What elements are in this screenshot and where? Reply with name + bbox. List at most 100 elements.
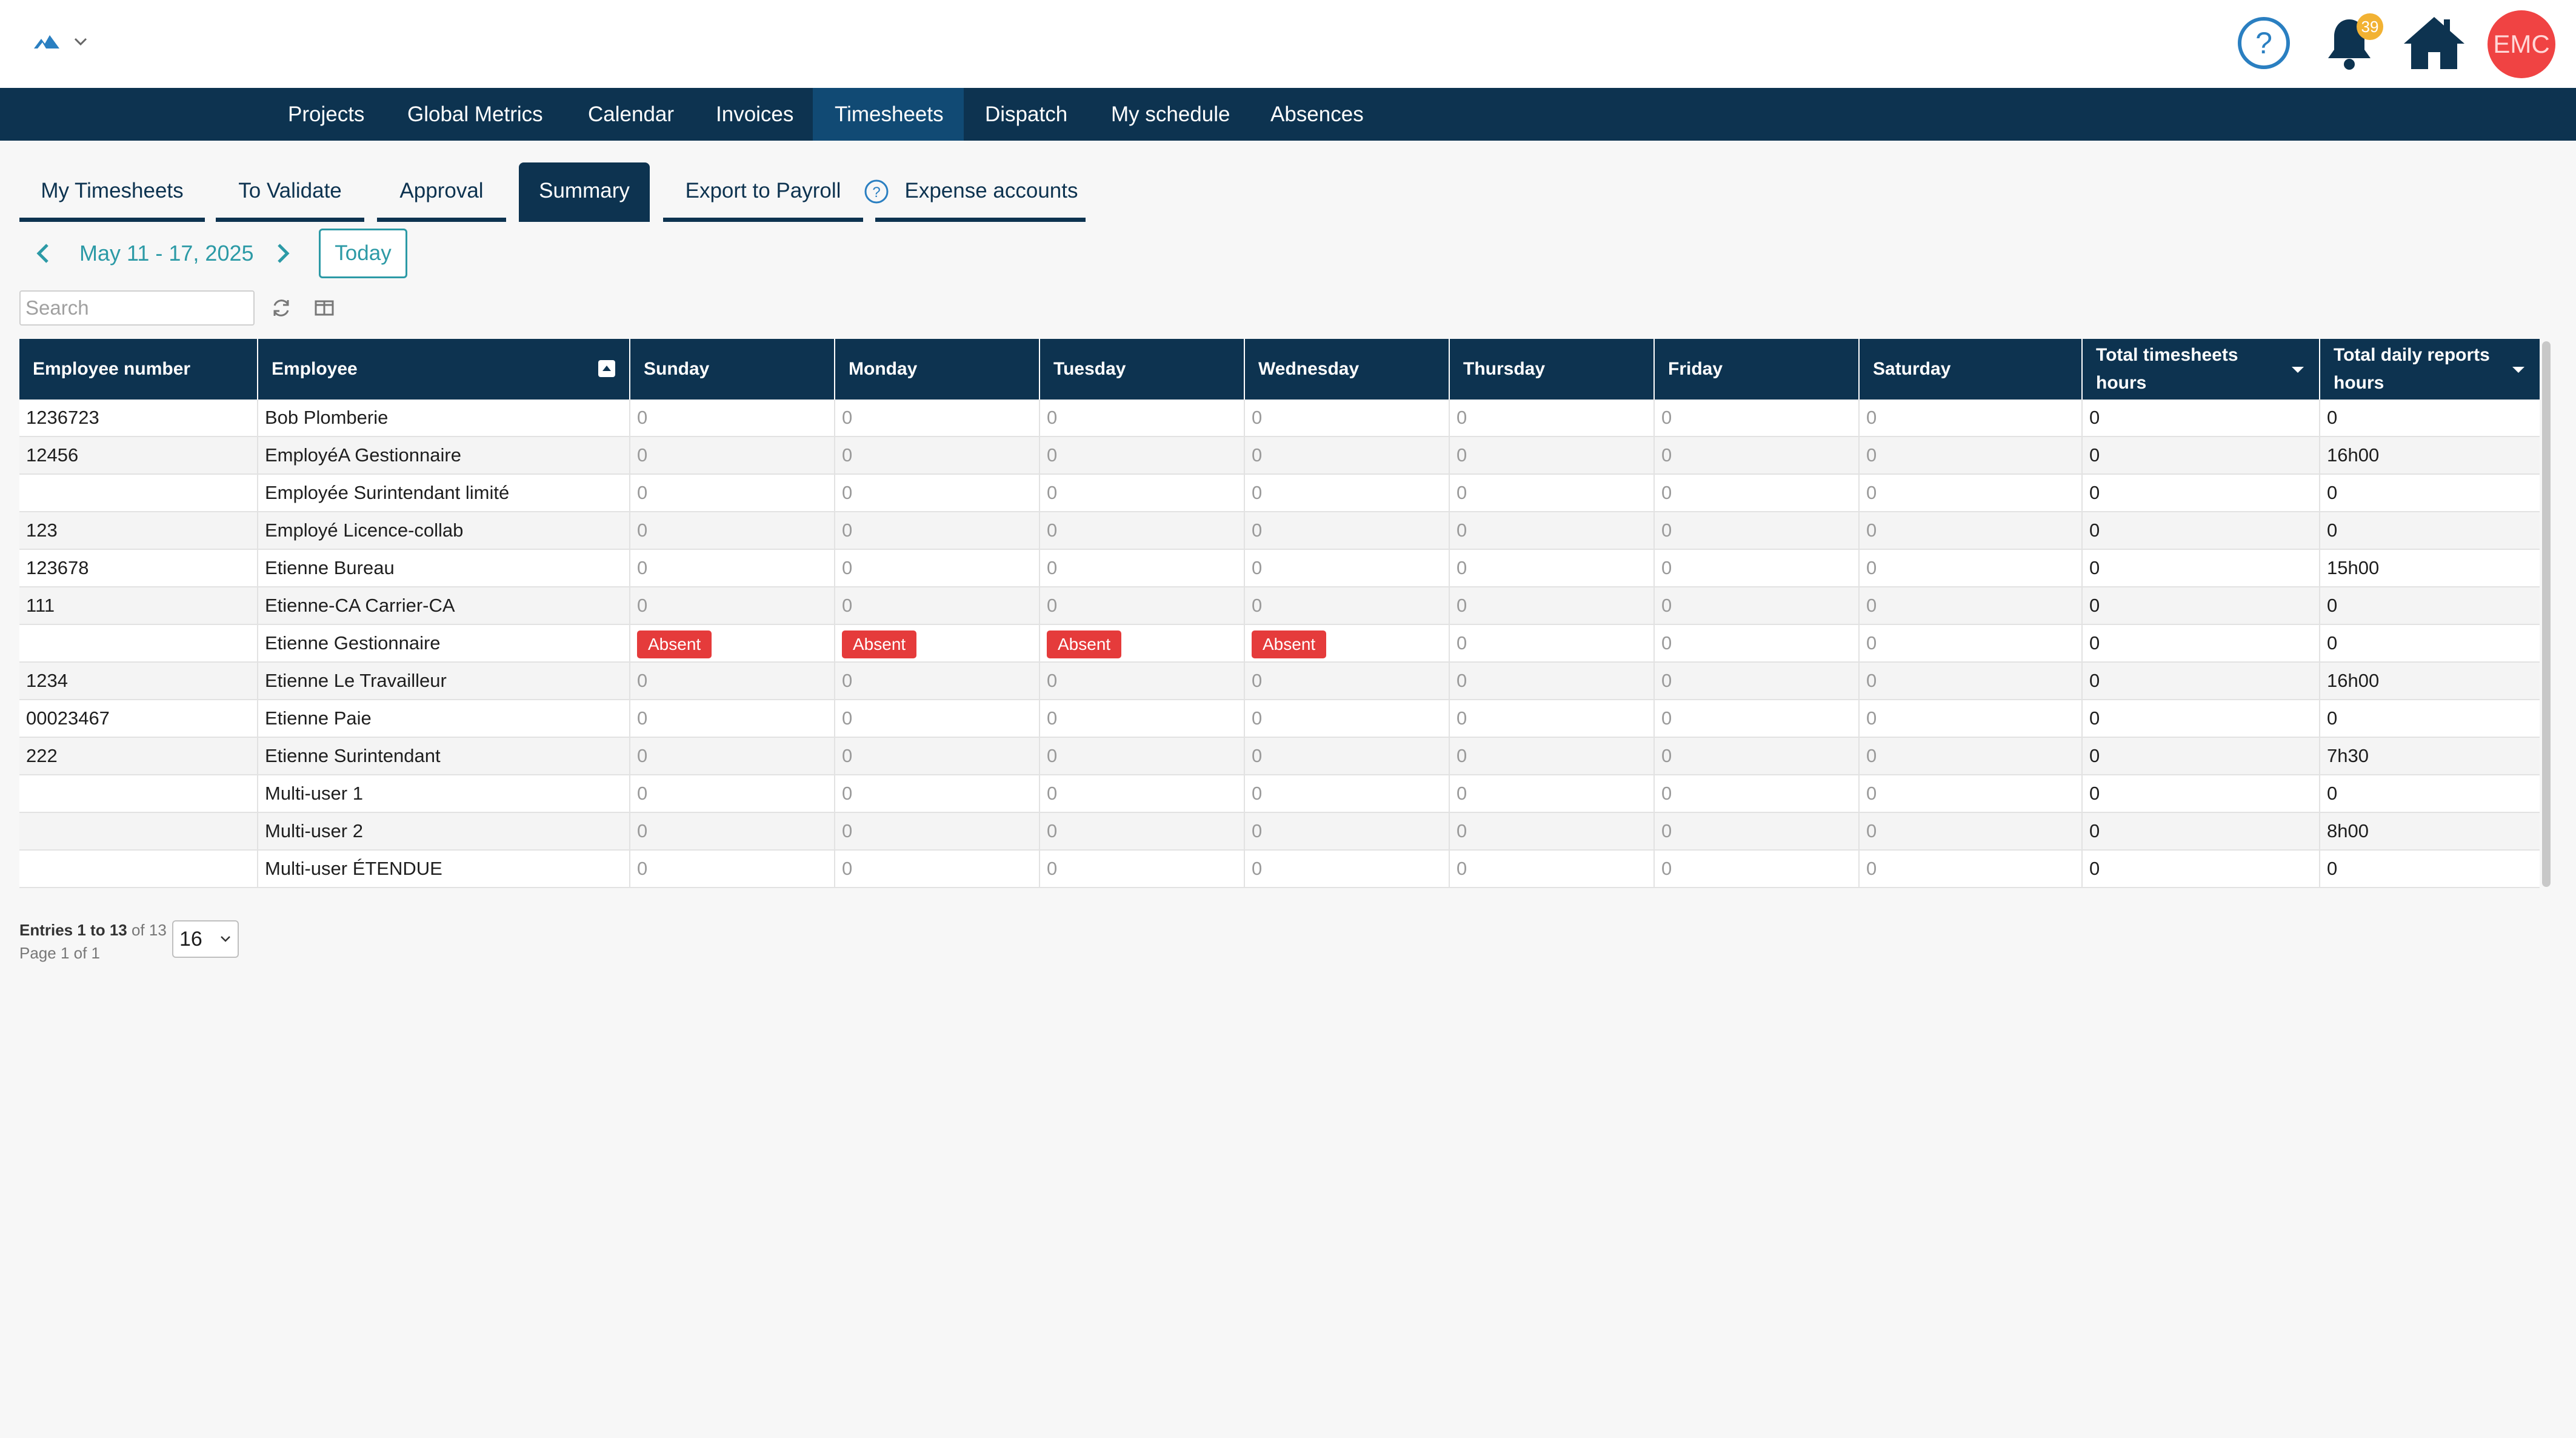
cell-friday: 0 bbox=[1653, 475, 1858, 511]
table-row[interactable]: 00023467 Etienne Paie 0 0 0 0 0 0 0 0 0 bbox=[19, 700, 2540, 738]
cell-sunday: 0 bbox=[629, 738, 834, 774]
table-row[interactable]: Etienne Gestionnaire Absent Absent Absent Ab… bbox=[19, 625, 2540, 663]
cell-thursday: 0 bbox=[1449, 475, 1653, 511]
cell-employee-number bbox=[19, 851, 257, 887]
scrollbar[interactable] bbox=[2542, 341, 2551, 887]
refresh-icon[interactable] bbox=[270, 297, 292, 319]
caret-down-icon[interactable] bbox=[2511, 364, 2526, 375]
tab-summary[interactable]: Summary bbox=[519, 162, 650, 222]
table-row[interactable]: 1236723 Bob Plomberie 0 0 0 0 0 0 0 0 0 bbox=[19, 400, 2540, 437]
cell-wednesday: 0 bbox=[1244, 437, 1449, 473]
cell-wednesday: 0 bbox=[1244, 738, 1449, 774]
col-employee[interactable]: Employee bbox=[257, 339, 629, 400]
avatar[interactable]: EMC bbox=[2488, 10, 2555, 78]
tab-expense-accounts[interactable]: Expense accounts bbox=[875, 162, 1086, 222]
sort-icon[interactable] bbox=[598, 360, 616, 378]
summary-table: Employee number Employee Sunday Monday T… bbox=[19, 339, 2540, 888]
cell-wednesday: 0 bbox=[1244, 813, 1449, 849]
cell-employee-number bbox=[19, 625, 257, 661]
cell-employee: Multi-user 2 bbox=[257, 813, 629, 849]
table-row[interactable]: 111 Etienne-CA Carrier-CA 0 0 0 0 0 0 0 0 0 bbox=[19, 587, 2540, 625]
nav-timesheets[interactable]: Timesheets bbox=[813, 88, 964, 141]
table-body: 1236723 Bob Plomberie 0 0 0 0 0 0 0 0 0 12456 Employ… bbox=[19, 400, 2540, 888]
nav-global-metrics[interactable]: Global Metrics bbox=[385, 88, 565, 141]
cell-employee-number bbox=[19, 775, 257, 812]
cell-friday: 0 bbox=[1653, 437, 1858, 473]
nav-my-schedule[interactable]: My schedule bbox=[1089, 88, 1252, 141]
cell-employee-number: 1236723 bbox=[26, 407, 99, 428]
page-size-select[interactable]: 16 bbox=[172, 920, 239, 958]
cell-wednesday: 0 bbox=[1244, 775, 1449, 812]
col-wednesday[interactable]: Wednesday bbox=[1244, 339, 1449, 400]
cell-monday: 0 bbox=[834, 437, 1039, 473]
table-row[interactable]: 123678 Etienne Bureau 0 0 0 0 0 0 0 0 15h00 bbox=[19, 550, 2540, 587]
table-row[interactable]: Multi-user 1000000000 bbox=[19, 775, 2540, 813]
entries-label: Entries 1 to 13 bbox=[19, 921, 127, 939]
cell-sunday: 0 bbox=[629, 475, 834, 511]
chevron-down-icon[interactable] bbox=[73, 35, 88, 47]
cell-sunday: 0 bbox=[629, 437, 834, 473]
table-header: Employee number Employee Sunday Monday T… bbox=[19, 339, 2540, 400]
cell-saturday: 0 bbox=[1858, 625, 2081, 661]
nav-invoices[interactable]: Invoices bbox=[694, 88, 815, 141]
tab-export-to-payroll[interactable]: Export to Payroll bbox=[663, 162, 863, 222]
col-sunday[interactable]: Sunday bbox=[629, 339, 834, 400]
columns-icon[interactable] bbox=[313, 297, 335, 319]
cell-friday: 0 bbox=[1653, 738, 1858, 774]
cell-total-daily-reports-hours: 7h30 bbox=[2319, 738, 2540, 774]
caret-down-icon[interactable] bbox=[2290, 364, 2306, 375]
cell-wednesday: 0 bbox=[1244, 663, 1449, 699]
chevron-right-icon[interactable] bbox=[274, 241, 292, 266]
cell-wednesday: 0 bbox=[1244, 587, 1449, 624]
home-icon[interactable] bbox=[2401, 15, 2467, 72]
col-employee-number[interactable]: Employee number bbox=[19, 339, 257, 400]
col-friday[interactable]: Friday bbox=[1653, 339, 1858, 400]
col-total-timesheets-hours[interactable]: Total timesheets hours bbox=[2081, 339, 2319, 400]
cell-saturday: 0 bbox=[1858, 738, 2081, 774]
nav-projects[interactable]: Projects bbox=[266, 88, 386, 141]
table-row[interactable]: Multi-user ÉTENDUE 0 0 0 0 0 0 0 0 0 bbox=[19, 851, 2540, 888]
nav-calendar[interactable]: Calendar bbox=[566, 88, 696, 141]
main-nav: Projects Global Metrics Calendar Invoice… bbox=[0, 88, 2576, 141]
help-icon[interactable]: ? bbox=[2237, 16, 2291, 70]
col-saturday[interactable]: Saturday bbox=[1858, 339, 2081, 400]
cell-tuesday: 0 bbox=[1039, 512, 1244, 549]
cell-sunday: 0 bbox=[629, 512, 834, 549]
col-total-daily-reports-hours[interactable]: Total daily reports hours bbox=[2319, 339, 2540, 400]
cell-friday: 0 bbox=[1653, 663, 1858, 699]
cell-employee-number: 123678 bbox=[26, 557, 89, 578]
cell-friday: 0 bbox=[1653, 700, 1858, 737]
tab-my-timesheets[interactable]: My Timesheets bbox=[19, 162, 205, 222]
tab-to-validate[interactable]: To Validate bbox=[216, 162, 364, 222]
tab-approval[interactable]: Approval bbox=[377, 162, 506, 222]
date-range[interactable]: May 11 - 17, 2025 bbox=[79, 238, 254, 269]
search-input[interactable] bbox=[19, 290, 255, 326]
cell-total-daily-reports-hours: 0 bbox=[2319, 475, 2540, 511]
table-row[interactable]: Multi-user 2 0 0 0 0 0 0 0 0 8h00 bbox=[19, 813, 2540, 851]
table-row[interactable]: 123 Employé Licence-collab 0 0 0 0 0 0 0 0 0 bbox=[19, 512, 2540, 550]
chevron-left-icon[interactable] bbox=[34, 241, 52, 266]
company-logo[interactable] bbox=[32, 30, 62, 55]
col-tuesday[interactable]: Tuesday bbox=[1039, 339, 1244, 400]
today-button[interactable]: Today bbox=[319, 229, 407, 278]
cell-sunday: Absent bbox=[629, 625, 834, 661]
table-row[interactable]: 222 Etienne Surintendant 0 0 0 0 0 0 0 0 7h30 bbox=[19, 738, 2540, 775]
cell-saturday: 0 bbox=[1858, 775, 2081, 812]
col-thursday[interactable]: Thursday bbox=[1449, 339, 1653, 400]
absent-badge: Absent bbox=[1047, 630, 1122, 658]
cell-monday: Absent bbox=[834, 625, 1039, 661]
cell-employee-number: 123 bbox=[26, 520, 58, 541]
col-monday[interactable]: Monday bbox=[834, 339, 1039, 400]
cell-employee: EmployéA Gestionnaire bbox=[257, 437, 629, 473]
cell-friday: 0 bbox=[1653, 813, 1858, 849]
table-row[interactable]: Employée Surintendant limité 0 0 0 0 0 0 0 0 0 bbox=[19, 475, 2540, 512]
nav-absences[interactable]: Absences bbox=[1249, 88, 1386, 141]
cell-employee-number: 00023467 bbox=[26, 707, 110, 729]
cell-tuesday: 0 bbox=[1039, 738, 1244, 774]
table-row[interactable]: 1234 Etienne Le Travailleur 0 0 0 0 0 0 0 0 16h00 bbox=[19, 663, 2540, 700]
cell-total-timesheets-hours: 0 bbox=[2081, 550, 2319, 586]
cell-tuesday: 0 bbox=[1039, 851, 1244, 887]
table-row[interactable]: 12456 EmployéA Gestionnaire 0 0 0 0 0 0 0 0 16h00 bbox=[19, 437, 2540, 475]
nav-dispatch[interactable]: Dispatch bbox=[963, 88, 1089, 141]
cell-wednesday: 0 bbox=[1244, 475, 1449, 511]
